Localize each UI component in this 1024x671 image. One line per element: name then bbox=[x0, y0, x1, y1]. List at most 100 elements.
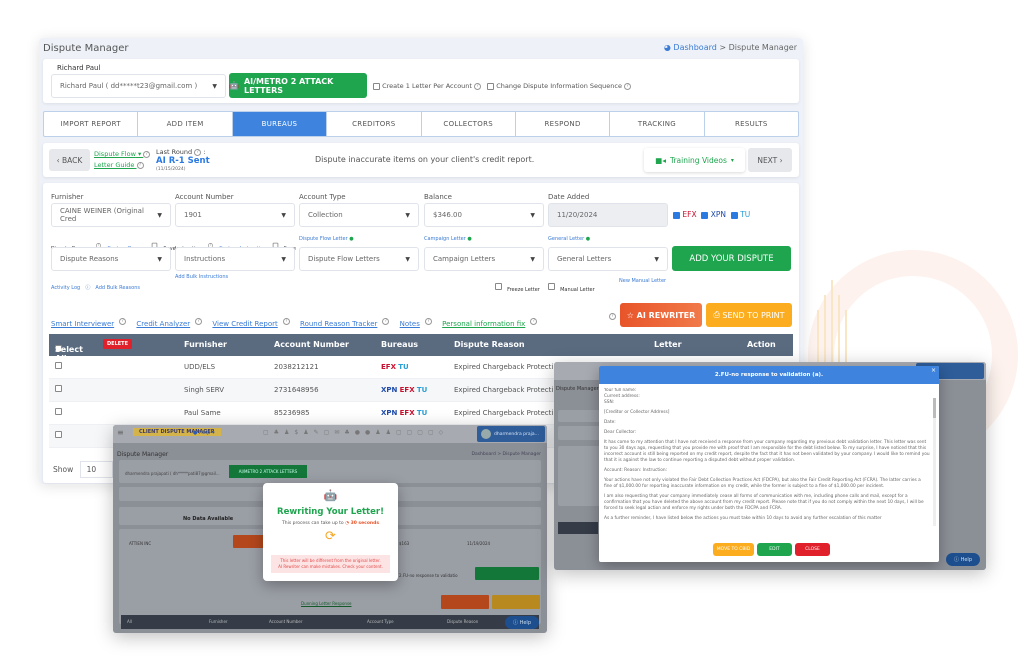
credit-analyzer-link[interactable]: Credit Analyzer bbox=[136, 320, 190, 328]
activity-log-link[interactable]: Activity Log bbox=[51, 285, 80, 291]
add-dispute-button[interactable] bbox=[475, 567, 539, 580]
breadcrumb-dashboard-link[interactable]: Dashboard bbox=[673, 43, 716, 52]
tab-bureaus[interactable]: BUREAUS bbox=[232, 112, 328, 136]
row-checkbox[interactable] bbox=[55, 362, 62, 369]
tab-respond[interactable]: RESPOND bbox=[516, 112, 611, 136]
instructions-select[interactable]: Instructions ▼ bbox=[175, 247, 295, 271]
row-checkbox[interactable] bbox=[55, 385, 62, 392]
send-to-print-button[interactable] bbox=[492, 595, 540, 609]
tab-import-report[interactable]: IMPORT REPORT bbox=[44, 112, 139, 136]
client-select[interactable]: dharmendra prajapati ( dh*****pati87@gma… bbox=[125, 471, 220, 476]
sequence-checkbox[interactable] bbox=[487, 82, 495, 90]
freeze-letter-checkbox[interactable] bbox=[495, 283, 502, 290]
next-button[interactable]: NEXT › bbox=[748, 148, 792, 172]
toolbar-icons[interactable]: ▢♣♟$♟✎▢✉♣●●♟♟▢▢▢▢◇ bbox=[263, 429, 448, 436]
send-to-print-button[interactable]: ⎙ SEND TO PRINT bbox=[706, 303, 792, 327]
add-your-dispute-button[interactable]: ADD YOUR DISPUTE bbox=[672, 246, 791, 271]
help-menu-label: Help bbox=[198, 430, 211, 436]
back-button[interactable] bbox=[558, 426, 600, 440]
tab-creditors[interactable]: CREDITORS bbox=[327, 112, 422, 136]
move-to-cbid-button[interactable]: MOVE TO CBID bbox=[713, 543, 754, 556]
new-manual-letter-link[interactable]: New Manual Letter bbox=[619, 278, 666, 284]
furnisher-value: ATTIEN INC bbox=[129, 541, 152, 546]
furnisher-select[interactable]: CAINE WEINER (Original Cred ▼ bbox=[51, 203, 171, 227]
column-letter: Letter bbox=[654, 340, 682, 349]
personal-information-fix-link[interactable]: Personal information fix bbox=[442, 320, 525, 328]
column-dispute-reason: Dispute Reason bbox=[447, 619, 479, 624]
letter-scrollbar[interactable] bbox=[933, 398, 936, 526]
manual-letter-label: Manual Letter bbox=[560, 287, 595, 293]
chevron-down-icon: ▼ bbox=[157, 211, 162, 219]
dunning-letter-link[interactable]: Dunning Letter Response bbox=[301, 601, 352, 606]
help-icon[interactable]: ? bbox=[624, 82, 632, 90]
notes-link[interactable]: Notes bbox=[400, 320, 420, 328]
letter-guide-link[interactable]: Letter Guide ? bbox=[94, 161, 144, 169]
dispute-flow-link[interactable]: Dispute Flow ▾ ? bbox=[94, 150, 151, 158]
row-checkbox[interactable] bbox=[55, 408, 62, 415]
help-button[interactable]: ⓘ Help bbox=[505, 616, 539, 629]
account-type-select[interactable]: Collection ▼ bbox=[299, 203, 419, 227]
help-icon: ? bbox=[119, 318, 127, 325]
help-icon: ⓘ bbox=[85, 285, 91, 291]
show-label: Show bbox=[53, 465, 74, 474]
duration-value: 30 seconds bbox=[350, 521, 380, 526]
user-menu[interactable]: dharmendra praja... bbox=[477, 426, 545, 442]
round-reason-tracker-link[interactable]: Round Reason Tracker bbox=[300, 320, 377, 328]
column-furnisher: Furnisher bbox=[209, 619, 228, 624]
xpn-checkbox[interactable] bbox=[701, 211, 709, 219]
chevron-down-icon: ▼ bbox=[530, 255, 535, 263]
view-credit-report-link[interactable]: View Credit Report bbox=[212, 320, 277, 328]
dispute-flow-letters-select[interactable]: Dispute Flow Letters ▼ bbox=[299, 247, 419, 271]
help-icon[interactable]: ? bbox=[474, 82, 482, 90]
help-menu[interactable]: ● Help ▾ bbox=[193, 430, 214, 436]
efx-checkbox[interactable] bbox=[673, 211, 680, 219]
one-letter-checkbox[interactable] bbox=[373, 82, 380, 90]
bureau-xpn: XPN bbox=[381, 386, 398, 394]
column-dispute-reason: Dispute Reason bbox=[454, 340, 525, 349]
general-letter-value: 2.FU-no response to validatio bbox=[399, 573, 458, 578]
tab-results[interactable]: RESULTS bbox=[705, 112, 798, 136]
ai-metro2-attack-letters-button[interactable]: 🤖 AI/METRO 2 ATTACK LETTERS bbox=[229, 73, 367, 98]
delete-button[interactable]: DELETE bbox=[103, 339, 132, 349]
add-bulk-instructions-link[interactable]: Add Bulk Instructions bbox=[175, 274, 228, 280]
campaign-letters-select[interactable]: Campaign Letters ▼ bbox=[424, 247, 544, 271]
tab-collectors[interactable]: COLLECTORS bbox=[422, 112, 516, 136]
attack-letters-button[interactable]: AI/METRO 2 ATTACK LETTERS bbox=[229, 465, 307, 478]
chevron-down-icon: ▼ bbox=[405, 255, 410, 263]
client-select[interactable]: Richard Paul ( dd*****t23@gmail.com ) ▼ bbox=[51, 74, 226, 98]
tu-checkbox[interactable] bbox=[730, 211, 738, 219]
balance-value: $346.00 bbox=[433, 211, 462, 219]
help-button[interactable]: ⓘ Help bbox=[946, 553, 980, 566]
add-bulk-reasons-link[interactable]: Add Bulk Reasons bbox=[95, 285, 140, 291]
address-search-button[interactable] bbox=[233, 535, 265, 548]
ai-rewriter-button[interactable]: ☆ AI REWRITER bbox=[620, 303, 702, 327]
back-button[interactable]: ‹ BACK bbox=[49, 149, 90, 171]
import-report-tab[interactable] bbox=[558, 410, 600, 422]
smart-interviewer-link[interactable]: Smart Interviewer bbox=[51, 320, 114, 328]
close-button[interactable]: CLOSE bbox=[795, 543, 830, 556]
column-bureaus: Bureaus bbox=[381, 340, 419, 349]
training-videos-dropdown[interactable]: ■◂ Training Videos ▾ bbox=[644, 148, 745, 172]
account-number-select[interactable]: 1901 ▼ bbox=[175, 203, 295, 227]
account-number-value: 1901 bbox=[184, 211, 202, 219]
balance-select[interactable]: $346.00 ▼ bbox=[424, 203, 544, 227]
menu-icon[interactable]: ≡ bbox=[117, 428, 124, 437]
tab-tracking[interactable]: TRACKING bbox=[610, 112, 705, 136]
one-letter-label: Create 1 Letter Per Account bbox=[382, 82, 472, 90]
date-added-label: Date Added bbox=[548, 193, 590, 201]
column-all: All bbox=[127, 619, 132, 624]
page-size-select[interactable]: 10 bbox=[79, 461, 114, 478]
general-letters-select[interactable]: General Letters ▼ bbox=[548, 247, 668, 271]
close-icon[interactable]: × bbox=[931, 367, 936, 374]
scrollbar-thumb[interactable] bbox=[933, 398, 936, 418]
letter-paragraph: Date: bbox=[604, 420, 616, 425]
ai-rewriter-button[interactable] bbox=[441, 595, 489, 609]
tab-add-item[interactable]: ADD ITEM bbox=[138, 112, 233, 136]
dispute-reasons-select[interactable]: Dispute Reasons ▼ bbox=[51, 247, 171, 271]
manual-letter-checkbox[interactable] bbox=[548, 283, 555, 290]
help-icon[interactable]: ? bbox=[609, 313, 616, 320]
row-bureaus: EFX TU bbox=[381, 363, 409, 371]
client-select-value: Richard Paul ( dd*****t23@gmail.com ) bbox=[60, 82, 198, 90]
edit-button[interactable]: EDIT bbox=[757, 543, 792, 556]
row-checkbox[interactable] bbox=[55, 431, 62, 438]
